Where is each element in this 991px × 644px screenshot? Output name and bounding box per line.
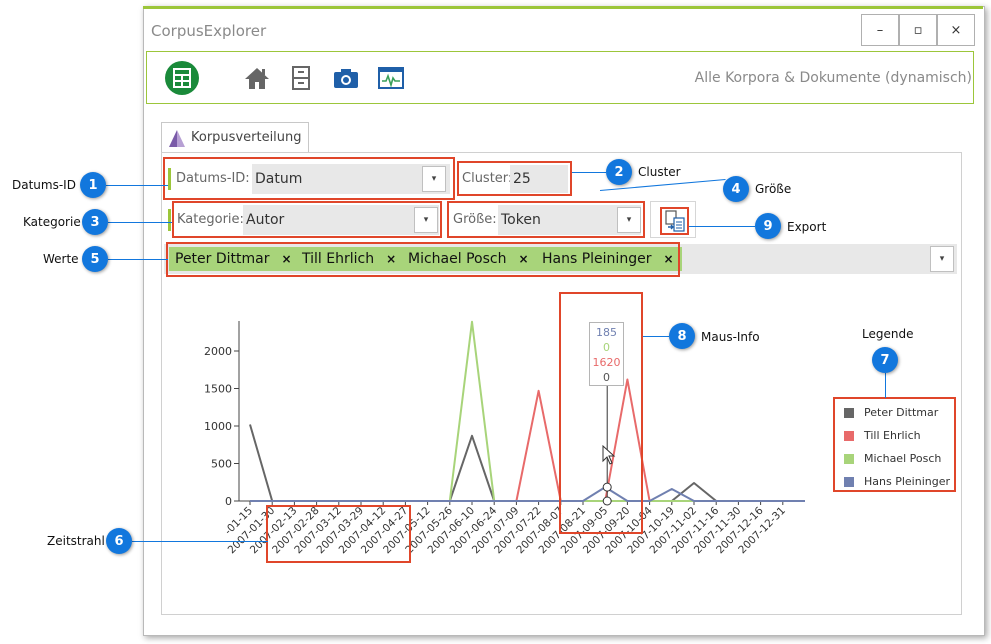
callout-badge-9: 9 xyxy=(755,213,781,239)
series-line-peter-dittmar xyxy=(249,424,805,502)
series-line-michael-posch xyxy=(250,320,805,502)
callout-text-maus-info: Maus-Info xyxy=(701,330,760,344)
legend-label: Till Ehrlich xyxy=(864,429,921,442)
callout-line xyxy=(572,172,606,173)
y-tick-label: 0 xyxy=(225,495,232,508)
legend-item: Till Ehrlich xyxy=(835,424,954,447)
callout-badge-7: 7 xyxy=(872,347,898,373)
callout-line xyxy=(108,222,172,223)
legend: Peter Dittmar Till Ehrlich Michael Posch… xyxy=(833,397,956,492)
callout-badge-4: 4 xyxy=(723,176,749,202)
callout-line xyxy=(108,259,168,260)
y-tick-label: 2000 xyxy=(204,345,232,358)
callout-text-groesse: Größe xyxy=(755,182,792,196)
callout-text-werte: Werte xyxy=(43,252,79,266)
line-chart: 0500100015002000-01-152007-01-302007-02-… xyxy=(204,320,805,556)
legend-label: Peter Dittmar xyxy=(864,406,939,419)
callout-line xyxy=(689,226,755,227)
callout-text-legende: Legende xyxy=(862,327,914,341)
callout-text-zeitstrahl: Zeitstrahl xyxy=(47,534,105,548)
legend-swatch xyxy=(844,407,854,418)
highlight-timeline xyxy=(266,505,411,563)
callout-badge-2: 2 xyxy=(606,159,632,185)
callout-text-export: Export xyxy=(787,220,827,234)
legend-label: Hans Pleininger xyxy=(864,475,950,488)
callout-text-datums-id: Datums-ID xyxy=(12,178,76,192)
callout-line xyxy=(643,336,669,337)
callout-badge-5: 5 xyxy=(82,246,108,272)
legend-item: Michael Posch xyxy=(835,447,954,470)
callout-badge-8: 8 xyxy=(669,323,695,349)
legend-label: Michael Posch xyxy=(864,452,942,465)
y-tick-label: 1500 xyxy=(204,383,232,396)
legend-item: Hans Pleininger xyxy=(835,470,954,493)
legend-swatch xyxy=(844,476,854,487)
callout-line xyxy=(106,185,168,186)
callout-text-kategorie: Kategorie xyxy=(23,215,81,229)
series-line-hans-pleininger xyxy=(250,486,805,502)
legend-swatch xyxy=(844,453,854,464)
y-tick-label: 1000 xyxy=(204,420,232,433)
y-tick-label: 500 xyxy=(211,458,232,471)
callout-badge-3: 3 xyxy=(82,209,108,235)
callout-text-cluster: Cluster xyxy=(638,165,681,179)
callout-badge-1: 1 xyxy=(80,172,106,198)
callout-line xyxy=(132,541,268,542)
callout-line xyxy=(885,373,886,398)
legend-item: Peter Dittmar xyxy=(835,401,954,424)
callout-badge-6: 6 xyxy=(106,528,132,554)
legend-swatch xyxy=(844,430,854,441)
series-line-till-ehrlich xyxy=(250,378,805,502)
highlight-mouse-info xyxy=(559,292,643,534)
